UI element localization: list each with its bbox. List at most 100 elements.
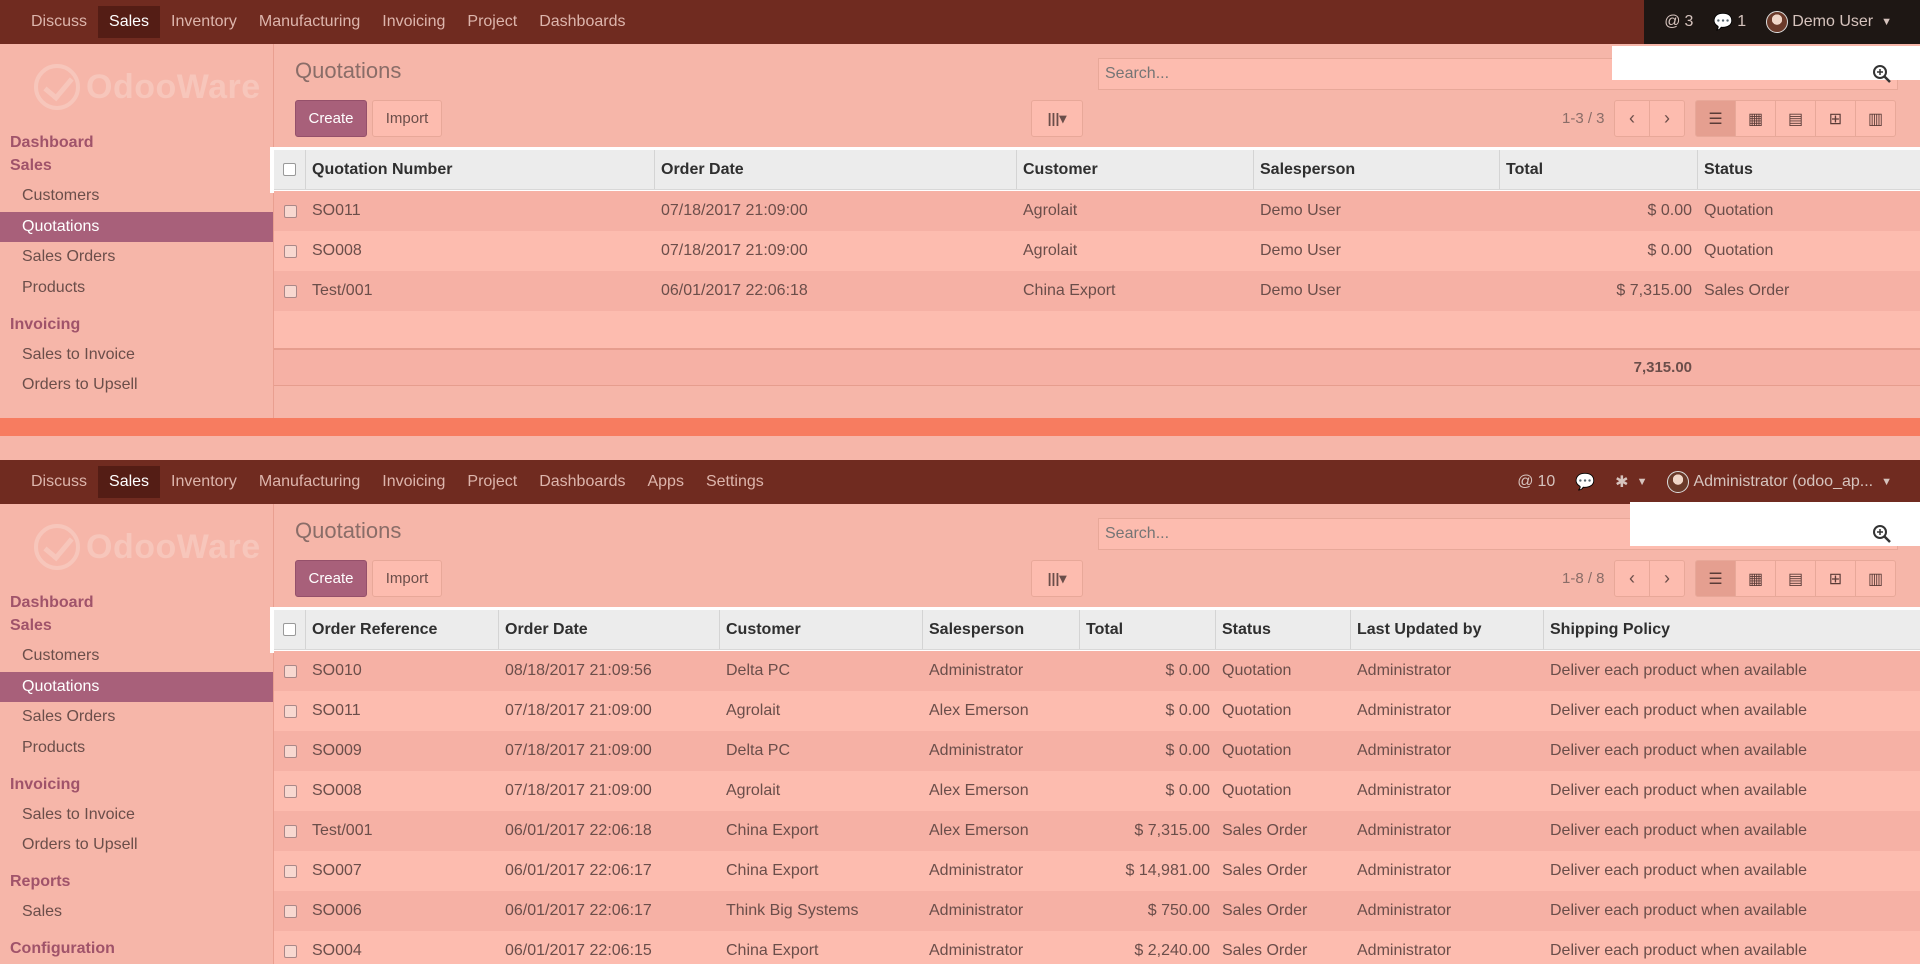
nav-discuss[interactable]: Discuss	[20, 6, 98, 38]
nav-apps[interactable]: Apps	[636, 466, 694, 498]
nav-inventory[interactable]: Inventory	[160, 466, 248, 498]
sidebar-item-sales-orders[interactable]: Sales Orders	[0, 702, 273, 732]
sidebar-item-customers[interactable]: Customers	[0, 641, 273, 671]
table-row[interactable]: SO011 07/18/2017 21:09:00 Agrolait Demo …	[274, 191, 1920, 231]
column-header[interactable]: Last Updated by	[1351, 610, 1544, 649]
user-menu[interactable]: Demo User ▼	[1766, 11, 1892, 33]
messages-button[interactable]: 💬 1	[1713, 12, 1746, 32]
nav-inventory[interactable]: Inventory	[160, 6, 248, 38]
select-all-checkbox[interactable]	[274, 150, 306, 189]
column-header[interactable]: Salesperson	[1254, 150, 1500, 189]
table-row[interactable]: Test/001 06/01/2017 22:06:18 China Expor…	[274, 271, 1920, 311]
sidebar-item-quotations[interactable]: Quotations	[0, 212, 273, 242]
table-row[interactable]: SO006 06/01/2017 22:06:17 Think Big System…	[274, 891, 1920, 931]
table-row[interactable]: SO007 06/01/2017 22:06:17 China Export Admi…	[274, 851, 1920, 891]
messages-button[interactable]: 💬	[1575, 472, 1595, 492]
sidebar-item-products[interactable]: Products	[0, 273, 273, 303]
sidebar-item-customers[interactable]: Customers	[0, 181, 273, 211]
sidebar-item-sales-to-invoice[interactable]: Sales to Invoice	[0, 340, 273, 370]
nav-dashboards[interactable]: Dashboards	[528, 466, 636, 498]
nav-sales[interactable]: Sales	[98, 466, 161, 498]
row-checkbox[interactable]	[274, 931, 306, 964]
nav-manufacturing[interactable]: Manufacturing	[248, 466, 371, 498]
row-checkbox[interactable]	[274, 851, 306, 891]
pager-value[interactable]: 1-3 / 3	[1562, 110, 1605, 127]
row-checkbox[interactable]	[274, 191, 306, 231]
search-icon[interactable]	[1872, 524, 1892, 544]
column-header[interactable]: Order Date	[499, 610, 720, 649]
debug-menu[interactable]: ✱ ▼	[1615, 472, 1647, 492]
graph-view-button[interactable]: ▥	[1855, 100, 1896, 137]
row-checkbox[interactable]	[274, 771, 306, 811]
row-checkbox[interactable]	[274, 731, 306, 771]
mentions-button[interactable]: @ 3	[1664, 13, 1693, 31]
import-button[interactable]: Import	[372, 100, 442, 137]
calendar-view-button[interactable]: ▤	[1775, 560, 1816, 597]
nav-invoicing[interactable]: Invoicing	[371, 466, 456, 498]
nav-dashboards[interactable]: Dashboards	[528, 6, 636, 38]
sidebar-item-orders-to-upsell[interactable]: Orders to Upsell	[0, 830, 273, 860]
pager-next-button[interactable]: ›	[1649, 100, 1685, 137]
mentions-button[interactable]: @ 10	[1517, 473, 1555, 491]
column-header[interactable]: Customer	[720, 610, 923, 649]
table-row[interactable]: SO004 06/01/2017 22:06:15 China Export Admi…	[274, 931, 1920, 964]
pager-previous-button[interactable]: ‹	[1614, 100, 1650, 137]
table-row[interactable]: SO008 07/18/2017 21:09:00 Agrolait Alex Eme…	[274, 771, 1920, 811]
nav-project[interactable]: Project	[456, 6, 528, 38]
table-row[interactable]: SO008 07/18/2017 21:09:00 Agrolait Demo …	[274, 231, 1920, 271]
column-options-button[interactable]: |||▾	[1031, 560, 1083, 597]
column-header[interactable]: Status	[1216, 610, 1351, 649]
create-button[interactable]: Create	[295, 100, 367, 137]
column-header[interactable]: Total	[1500, 150, 1698, 189]
row-checkbox[interactable]	[274, 811, 306, 851]
pager-value[interactable]: 1-8 / 8	[1562, 570, 1605, 587]
column-header[interactable]: Order Reference	[306, 610, 499, 649]
kanban-view-button[interactable]: ▦	[1735, 560, 1776, 597]
nav-sales[interactable]: Sales	[98, 6, 161, 38]
column-header[interactable]: Salesperson	[923, 610, 1080, 649]
row-checkbox[interactable]	[274, 651, 306, 691]
column-header[interactable]: Shipping Policy	[1544, 610, 1920, 649]
sidebar-item-products[interactable]: Products	[0, 733, 273, 763]
nav-manufacturing[interactable]: Manufacturing	[248, 6, 371, 38]
pager-previous-button[interactable]: ‹	[1614, 560, 1650, 597]
table-row[interactable]: SO009 07/18/2017 21:09:00 Delta PC Administ…	[274, 731, 1920, 771]
column-header[interactable]: Customer	[1017, 150, 1254, 189]
search-icon[interactable]	[1872, 64, 1892, 84]
column-header[interactable]: Status	[1698, 150, 1920, 189]
column-header[interactable]: Quotation Number	[306, 150, 655, 189]
sidebar-item-reports-sales[interactable]: Sales	[0, 897, 273, 927]
import-button[interactable]: Import	[372, 560, 442, 597]
list-view-button[interactable]: ☰	[1695, 100, 1736, 137]
column-header[interactable]: Order Date	[655, 150, 1017, 189]
pager-next-button[interactable]: ›	[1649, 560, 1685, 597]
calendar-view-button[interactable]: ▤	[1775, 100, 1816, 137]
row-checkbox[interactable]	[274, 271, 306, 311]
table-row[interactable]: Test/001 06/01/2017 22:06:18 China Export A…	[274, 811, 1920, 851]
row-checkbox[interactable]	[274, 891, 306, 931]
sidebar-dashboard[interactable]: Dashboard	[10, 594, 94, 612]
sidebar-dashboard[interactable]: Dashboard	[10, 134, 94, 152]
select-all-checkbox[interactable]	[274, 610, 306, 649]
user-menu[interactable]: Administrator (odoo_ap... ▼	[1667, 471, 1892, 493]
list-view-button[interactable]: ☰	[1695, 560, 1736, 597]
column-options-button[interactable]: |||▾	[1031, 100, 1083, 137]
create-button[interactable]: Create	[295, 560, 367, 597]
table-row[interactable]: SO011 07/18/2017 21:09:00 Agrolait Alex Eme…	[274, 691, 1920, 731]
nav-discuss[interactable]: Discuss	[20, 466, 98, 498]
sidebar-item-sales-orders[interactable]: Sales Orders	[0, 242, 273, 272]
pivot-view-button[interactable]: ⊞	[1815, 560, 1856, 597]
sidebar-item-orders-to-upsell[interactable]: Orders to Upsell	[0, 370, 273, 400]
table-row[interactable]: SO010 08/18/2017 21:09:56 Delta PC Administ…	[274, 651, 1920, 691]
nav-project[interactable]: Project	[456, 466, 528, 498]
kanban-view-button[interactable]: ▦	[1735, 100, 1776, 137]
pivot-view-button[interactable]: ⊞	[1815, 100, 1856, 137]
graph-view-button[interactable]: ▥	[1855, 560, 1896, 597]
column-header[interactable]: Total	[1080, 610, 1216, 649]
row-checkbox[interactable]	[274, 691, 306, 731]
sidebar-item-sales-to-invoice[interactable]: Sales to Invoice	[0, 800, 273, 830]
nav-invoicing[interactable]: Invoicing	[371, 6, 456, 38]
row-checkbox[interactable]	[274, 231, 306, 271]
nav-settings[interactable]: Settings	[695, 466, 775, 498]
sidebar-item-quotations[interactable]: Quotations	[0, 672, 273, 702]
